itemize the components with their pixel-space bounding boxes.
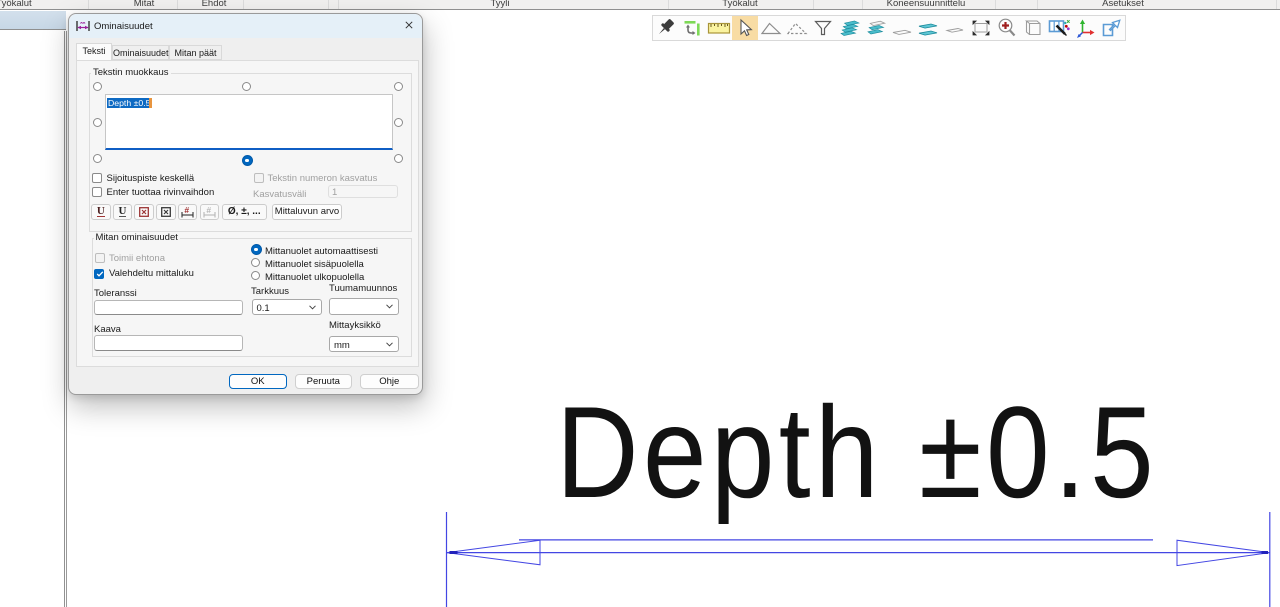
svg-text:#: # xyxy=(184,206,189,215)
svg-text:#: # xyxy=(206,206,211,215)
